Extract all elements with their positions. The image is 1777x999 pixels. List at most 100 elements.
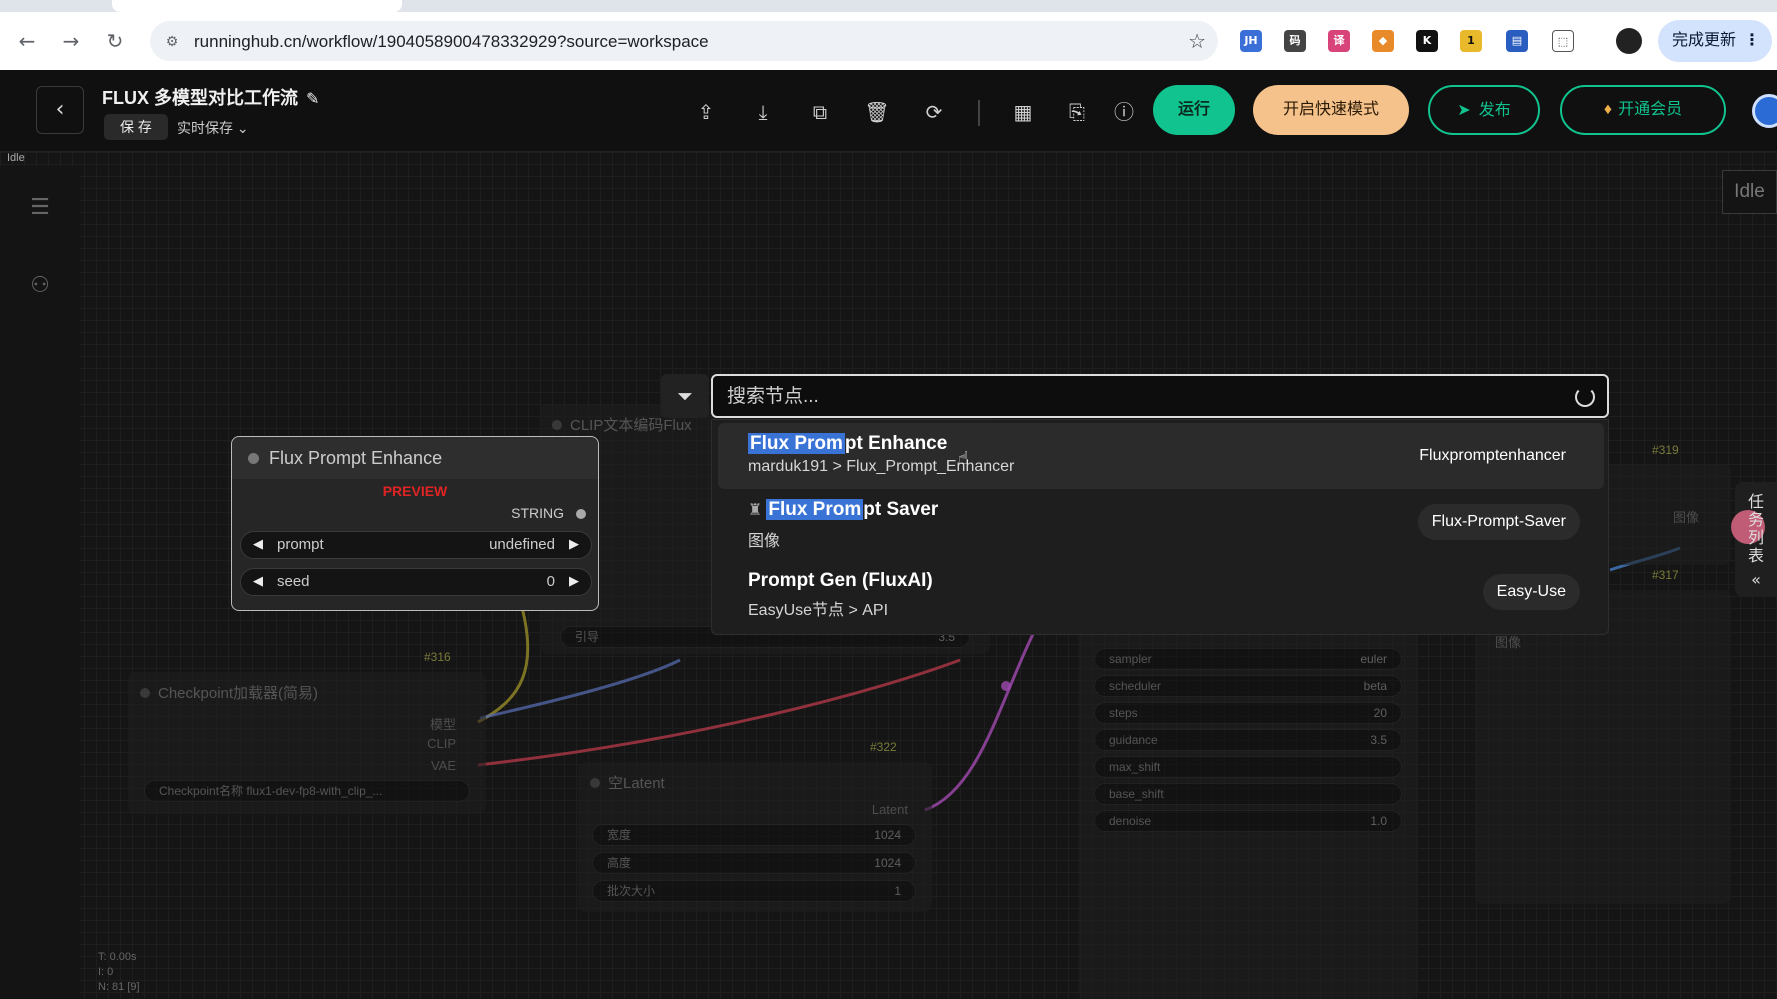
increment-arrow-icon[interactable]: ▶	[569, 569, 579, 595]
back-arrow-icon[interactable]: ←	[14, 28, 40, 54]
sampler-node[interactable]: sampler euler scheduler beta steps 20 guida…	[1078, 628, 1418, 999]
widget-value: 1024	[874, 856, 901, 870]
vip-label: 开通会员	[1618, 101, 1683, 118]
refresh-icon[interactable]: ⟳	[920, 98, 948, 126]
widget-value: undefined	[489, 536, 555, 553]
export-icon[interactable]: ⎘	[1063, 98, 1091, 126]
node-title: Flux Prompt Enhance	[269, 448, 443, 468]
run-button[interactable]: 运行	[1153, 85, 1235, 135]
result-source: 图像	[748, 533, 781, 550]
fast-mode-button[interactable]: 开启快速模式	[1253, 85, 1409, 135]
widget-label: scheduler	[1109, 679, 1162, 693]
filter-icon[interactable]: ⏷	[661, 374, 709, 418]
extension-save-icon[interactable]: ▤	[1506, 30, 1528, 52]
save-button[interactable]: 保 存	[104, 114, 168, 140]
reload-icon[interactable]: ↻	[102, 28, 128, 54]
output-port[interactable]	[576, 509, 586, 519]
double-chevron-left-icon[interactable]: «	[1735, 571, 1777, 589]
height-widget[interactable]: 高度 1024	[592, 852, 916, 874]
result-package-tag: Fluxpromptenhancer	[1419, 447, 1566, 464]
upload-icon[interactable]: ⇪	[692, 98, 720, 126]
document-icon[interactable]: ☰	[26, 194, 54, 222]
right-node-317[interactable]: 图像	[1475, 590, 1731, 904]
search-result-item[interactable]: ♜ Flux Prom pt Saver 图像 Flux-Prompt-Saver	[718, 489, 1604, 555]
publish-label: 发布	[1478, 102, 1511, 119]
toolbar-divider	[978, 100, 980, 126]
widget-label: max_shift	[1109, 760, 1161, 774]
port-model[interactable]: 模型	[430, 714, 456, 733]
search-result-item[interactable]: Flux Prom pt Enhance marduk191 > Flux_Pro…	[718, 423, 1604, 489]
stat-i: I: 0	[98, 966, 114, 978]
port-clip[interactable]: CLIP	[427, 736, 456, 751]
guidance-widget[interactable]: guidance 3.5	[1094, 729, 1402, 751]
app-header: ‹ FLUX 多模型对比工作流 ✎ 保 存 实时保存 ⌄ ⇪ ⤓ ⧉ 🗑 ⟳ ▦ …	[0, 70, 1777, 152]
node-id-322: #322	[870, 740, 897, 754]
loading-spinner-icon	[1575, 387, 1595, 407]
clip-title-text: CLIP文本编码Flux	[570, 417, 692, 434]
node-search-box[interactable]	[711, 374, 1609, 418]
autosave-dropdown[interactable]: 实时保存 ⌄	[177, 118, 249, 138]
profile-avatar-icon[interactable]	[1616, 28, 1642, 54]
checkpoint-loader-node[interactable]: Checkpoint加载器(简易) 模型 CLIP VAE Checkpoint…	[128, 672, 486, 814]
publish-button[interactable]: ➤ 发布	[1428, 85, 1540, 135]
download-icon[interactable]: ⤓	[749, 98, 777, 126]
edit-pencil-icon[interactable]: ✎	[306, 89, 319, 108]
base-shift-widget[interactable]: base_shift	[1094, 783, 1402, 805]
browser-update-button[interactable]: 完成更新 ⋮	[1658, 20, 1772, 62]
result-source: EasyUse节点 > API	[748, 602, 889, 619]
more-menu-icon[interactable]: ⋮	[1744, 20, 1760, 62]
increment-arrow-icon[interactable]: ▶	[569, 532, 579, 558]
active-tab[interactable]	[112, 0, 402, 12]
checkpoint-name-widget[interactable]: Checkpoint名称 flux1-dev-fp8-with_clip_...	[144, 780, 470, 802]
vip-button[interactable]: ♦ 开通会员	[1560, 85, 1726, 135]
grid-icon[interactable]: ▦	[1009, 98, 1037, 126]
widget-value: 1	[894, 884, 901, 898]
result-name: Flux Prom pt Enhance	[748, 433, 947, 455]
port-image[interactable]: 图像	[1673, 507, 1699, 526]
back-button[interactable]: ‹	[36, 86, 84, 134]
empty-latent-node[interactable]: 空Latent Latent 宽度 1024 高度 1024 批次大小 1	[578, 762, 932, 912]
trash-icon[interactable]: 🗑	[863, 98, 891, 126]
decrement-arrow-icon[interactable]: ◀	[253, 569, 263, 595]
extension-qr-icon[interactable]: 码	[1284, 30, 1306, 52]
stat-time: T: 0.00s	[98, 951, 137, 963]
batch-size-widget[interactable]: 批次大小 1	[592, 880, 916, 902]
node-id-319: #319	[1652, 443, 1679, 457]
user-avatar[interactable]	[1752, 94, 1777, 128]
extension-jh-icon[interactable]: JH	[1240, 30, 1262, 52]
prompt-widget[interactable]: ◀ prompt undefined ▶	[240, 531, 592, 559]
port-vae[interactable]: VAE	[431, 758, 456, 773]
max-shift-widget[interactable]: max_shift	[1094, 756, 1402, 778]
port-latent[interactable]: Latent	[872, 802, 908, 817]
extension-translate-icon[interactable]: 译	[1328, 30, 1350, 52]
extension-badge-icon[interactable]: 1	[1460, 30, 1482, 52]
seed-widget[interactable]: ◀ seed 0 ▶	[240, 568, 592, 596]
copy-icon[interactable]: ⧉	[806, 98, 834, 126]
extension-k-icon[interactable]: K	[1416, 30, 1438, 52]
hierarchy-icon[interactable]: ⚇	[26, 272, 54, 300]
decrement-arrow-icon[interactable]: ◀	[253, 532, 263, 558]
address-bar[interactable]: ⚙ runninghub.cn/workflow/190405890047833…	[150, 21, 1218, 61]
mouse-cursor-icon: ☝	[958, 448, 969, 469]
info-icon[interactable]: ⓘ	[1110, 98, 1138, 126]
node-id-316: #316	[424, 650, 451, 664]
width-widget[interactable]: 宽度 1024	[592, 824, 916, 846]
scheduler-widget[interactable]: scheduler beta	[1094, 675, 1402, 697]
steps-widget[interactable]: steps 20	[1094, 702, 1402, 724]
bookmark-star-icon[interactable]: ☆	[1188, 29, 1206, 53]
site-settings-icon[interactable]: ⚙	[162, 31, 182, 51]
widget-label: 宽度	[607, 828, 632, 842]
extensions-puzzle-icon[interactable]: ⬚	[1552, 30, 1574, 52]
sampler-widget[interactable]: sampler euler	[1094, 648, 1402, 670]
tab-strip	[0, 0, 1777, 12]
denoise-widget[interactable]: denoise 1.0	[1094, 810, 1402, 832]
search-result-item[interactable]: Prompt Gen (FluxAI) EasyUse节点 > API Easy…	[718, 560, 1604, 626]
task-list-tab[interactable]: 任务列表 «	[1731, 482, 1777, 597]
forward-arrow-icon[interactable]: →	[58, 28, 84, 54]
node-collapse-dot[interactable]	[248, 453, 259, 464]
result-highlight: Flux Prom	[766, 499, 864, 520]
widget-label: Checkpoint名称	[159, 784, 244, 798]
extension-diamond-icon[interactable]: ◆	[1372, 30, 1394, 52]
flux-prompt-enhance-preview-node[interactable]: Flux Prompt Enhance PREVIEW STRING ◀ pro…	[231, 436, 599, 611]
node-search-input[interactable]	[727, 384, 1547, 410]
